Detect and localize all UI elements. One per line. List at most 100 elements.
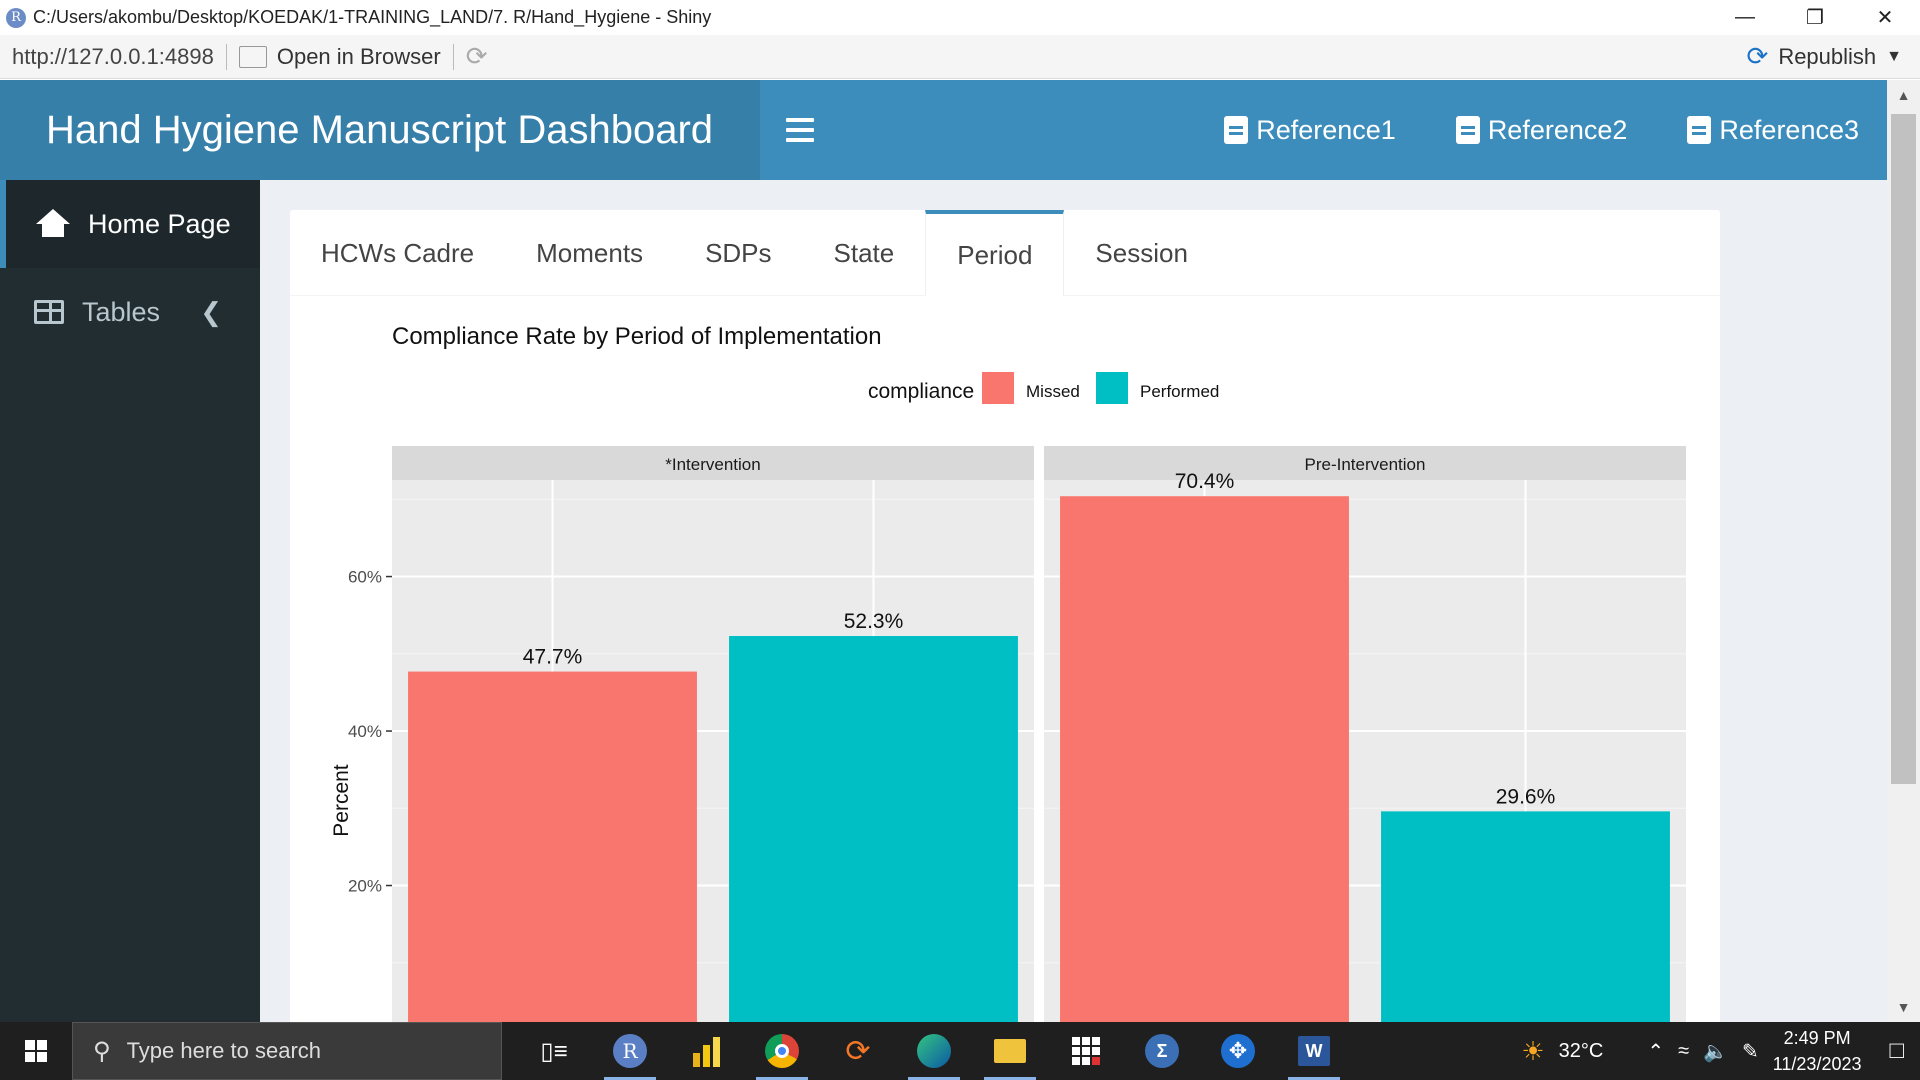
- data-label-pre-intervention-performed: 29.6%: [1496, 785, 1556, 808]
- tab-sdps[interactable]: SDPs: [674, 210, 802, 296]
- close-button[interactable]: ✕: [1850, 0, 1920, 35]
- toolbar-separator-2: [452, 43, 454, 70]
- legend-label-missed: Missed: [1026, 382, 1080, 401]
- tab-session[interactable]: Session: [1064, 210, 1219, 296]
- chart-svg: Compliance Rate by Period of Implementat…: [330, 323, 1686, 1022]
- bar-pre-intervention-missed: [1060, 496, 1349, 1022]
- taskbar-app-word[interactable]: W: [1276, 1022, 1352, 1080]
- toolbar-separator: [225, 43, 227, 70]
- scroll-up-arrow[interactable]: ▲: [1887, 80, 1920, 110]
- system-tray: ☀ 32°C ⌃ ≈ 🔈 ✎ 2:49 PM 11/23/2023 □: [1521, 1022, 1920, 1080]
- legend-label-performed: Performed: [1140, 382, 1219, 401]
- clock-time: 2:49 PM: [1783, 1028, 1851, 1048]
- dashboard-title: Hand Hygiene Manuscript Dashboard: [0, 80, 760, 180]
- data-label-intervention-missed: 47.7%: [523, 646, 583, 669]
- bar-intervention-missed: [408, 671, 697, 1022]
- tab-box: HCWs Cadre Moments SDPs State Period Ses…: [290, 210, 1720, 1022]
- sidebar-item-home-page[interactable]: Home Page: [0, 180, 260, 268]
- open-in-browser-label: Open in Browser: [276, 43, 441, 69]
- reference2-link[interactable]: Reference2: [1455, 115, 1627, 146]
- dashboard-header: Hand Hygiene Manuscript Dashboard Refere…: [0, 80, 1887, 180]
- refresh-icon[interactable]: ⟳: [466, 41, 488, 72]
- restore-button[interactable]: ❐: [1780, 0, 1850, 35]
- y-axis-label: Percent: [330, 764, 353, 837]
- taskbar-app-jupyter[interactable]: ⟳: [820, 1022, 896, 1080]
- chart-title: Compliance Rate by Period of Implementat…: [392, 323, 882, 350]
- legend-title: compliance: [868, 380, 974, 403]
- r-app-icon: R: [6, 7, 26, 28]
- tab-hcws-cadre[interactable]: HCWs Cadre: [290, 210, 505, 296]
- table-icon: [34, 300, 64, 324]
- data-label-pre-intervention-missed: 70.4%: [1175, 470, 1235, 493]
- pen-icon[interactable]: ✎: [1742, 1039, 1759, 1064]
- windows-logo-icon: [25, 1040, 47, 1062]
- window-controls: — ❐ ✕: [1710, 0, 1920, 35]
- scroll-down-arrow[interactable]: ▼: [1887, 992, 1920, 1022]
- tab-moments[interactable]: Moments: [505, 210, 674, 296]
- reference1-link[interactable]: Reference1: [1224, 115, 1396, 146]
- hamburger-line: [786, 128, 814, 132]
- taskbar-app-tableau[interactable]: ✥: [1200, 1022, 1276, 1080]
- y-tick-label: 60%: [348, 568, 382, 587]
- tab-bar: HCWs Cadre Moments SDPs State Period Ses…: [290, 210, 1720, 296]
- taskbar-search[interactable]: ⚲ Type here to search: [72, 1022, 502, 1080]
- taskbar-app-edge[interactable]: [896, 1022, 972, 1080]
- task-view-button[interactable]: ▯≡: [516, 1022, 592, 1080]
- reference3-link[interactable]: Reference3: [1687, 115, 1859, 146]
- clock[interactable]: 2:49 PM 11/23/2023: [1773, 1025, 1862, 1077]
- chrome-icon: [765, 1034, 799, 1068]
- publish-icon: ⟳: [1746, 41, 1769, 71]
- taskbar-apps: ▯≡ R ⟳ Σ ✥ W: [516, 1022, 1352, 1080]
- y-tick-label: 20%: [348, 877, 382, 896]
- chevron-up-icon[interactable]: ⌃: [1647, 1039, 1664, 1064]
- r-app-icon: R: [613, 1034, 647, 1068]
- compliance-chart: Compliance Rate by Period of Implementat…: [290, 296, 1720, 1022]
- taskbar-app-file-explorer[interactable]: [972, 1022, 1048, 1080]
- clock-date: 11/23/2023: [1772, 1054, 1862, 1074]
- reference1-label: Reference1: [1256, 114, 1396, 145]
- sidebar: Home Page Tables ❮: [0, 180, 260, 1022]
- weather-icon[interactable]: ☀: [1521, 1036, 1544, 1067]
- window-title: C:/Users/akombu/Desktop/KOEDAK/1-TRAININ…: [33, 7, 712, 27]
- main-content: HCWs Cadre Moments SDPs State Period Ses…: [260, 180, 1887, 1022]
- book-icon: [1224, 116, 1249, 144]
- data-label-intervention-performed: 52.3%: [844, 610, 904, 633]
- chevron-left-icon: ❮: [200, 296, 222, 327]
- taskbar-app-store[interactable]: [1048, 1022, 1124, 1080]
- taskbar-app-math[interactable]: Σ: [1124, 1022, 1200, 1080]
- weather-temperature[interactable]: 32°C: [1559, 1040, 1604, 1063]
- book-icon: [1687, 116, 1712, 144]
- chevron-down-icon[interactable]: ▼: [1886, 48, 1902, 66]
- jupyter-icon: ⟳: [845, 1034, 871, 1068]
- sidebar-item-label: Home Page: [88, 208, 231, 239]
- facet-label-intervention: *Intervention: [665, 455, 760, 474]
- republish-button[interactable]: ⟳ Republish ▼: [1747, 41, 1902, 72]
- taskbar-app-powerbi[interactable]: [668, 1022, 744, 1080]
- sidebar-toggle-button[interactable]: [786, 110, 818, 150]
- open-in-browser-button[interactable]: Open in Browser: [238, 43, 441, 70]
- hamburger-line: [786, 138, 814, 142]
- tab-state[interactable]: State: [803, 210, 926, 296]
- window-titlebar: R C:/Users/akombu/Desktop/KOEDAK/1-TRAIN…: [0, 0, 1920, 35]
- bar-pre-intervention-performed: [1381, 811, 1670, 1022]
- start-button[interactable]: [0, 1022, 72, 1080]
- apps-grid-icon: [1072, 1037, 1100, 1065]
- url-display[interactable]: http://127.0.0.1:4898: [12, 44, 214, 70]
- minimize-button[interactable]: —: [1710, 0, 1780, 35]
- windows-taskbar: ⚲ Type here to search ▯≡ R ⟳ Σ ✥ W ☀ 32°…: [0, 1022, 1920, 1080]
- math-sigma-icon: Σ: [1145, 1034, 1179, 1068]
- taskbar-app-chrome[interactable]: [744, 1022, 820, 1080]
- scrollbar-thumb[interactable]: [1891, 114, 1916, 784]
- wifi-icon[interactable]: ≈: [1678, 1040, 1689, 1063]
- taskbar-app-r[interactable]: R: [592, 1022, 668, 1080]
- hamburger-line: [786, 118, 814, 122]
- vertical-scrollbar[interactable]: ▲ ▼: [1887, 80, 1920, 1022]
- volume-icon[interactable]: 🔈: [1703, 1039, 1728, 1064]
- sidebar-item-label: Tables: [82, 296, 161, 327]
- edge-icon: [917, 1034, 951, 1068]
- viewer-toolbar: http://127.0.0.1:4898 Open in Browser ⟳ …: [0, 35, 1920, 79]
- tab-period[interactable]: Period: [925, 210, 1065, 296]
- tableau-icon: ✥: [1221, 1034, 1255, 1068]
- sidebar-item-tables[interactable]: Tables ❮: [0, 268, 260, 356]
- notification-icon[interactable]: □: [1890, 1037, 1905, 1065]
